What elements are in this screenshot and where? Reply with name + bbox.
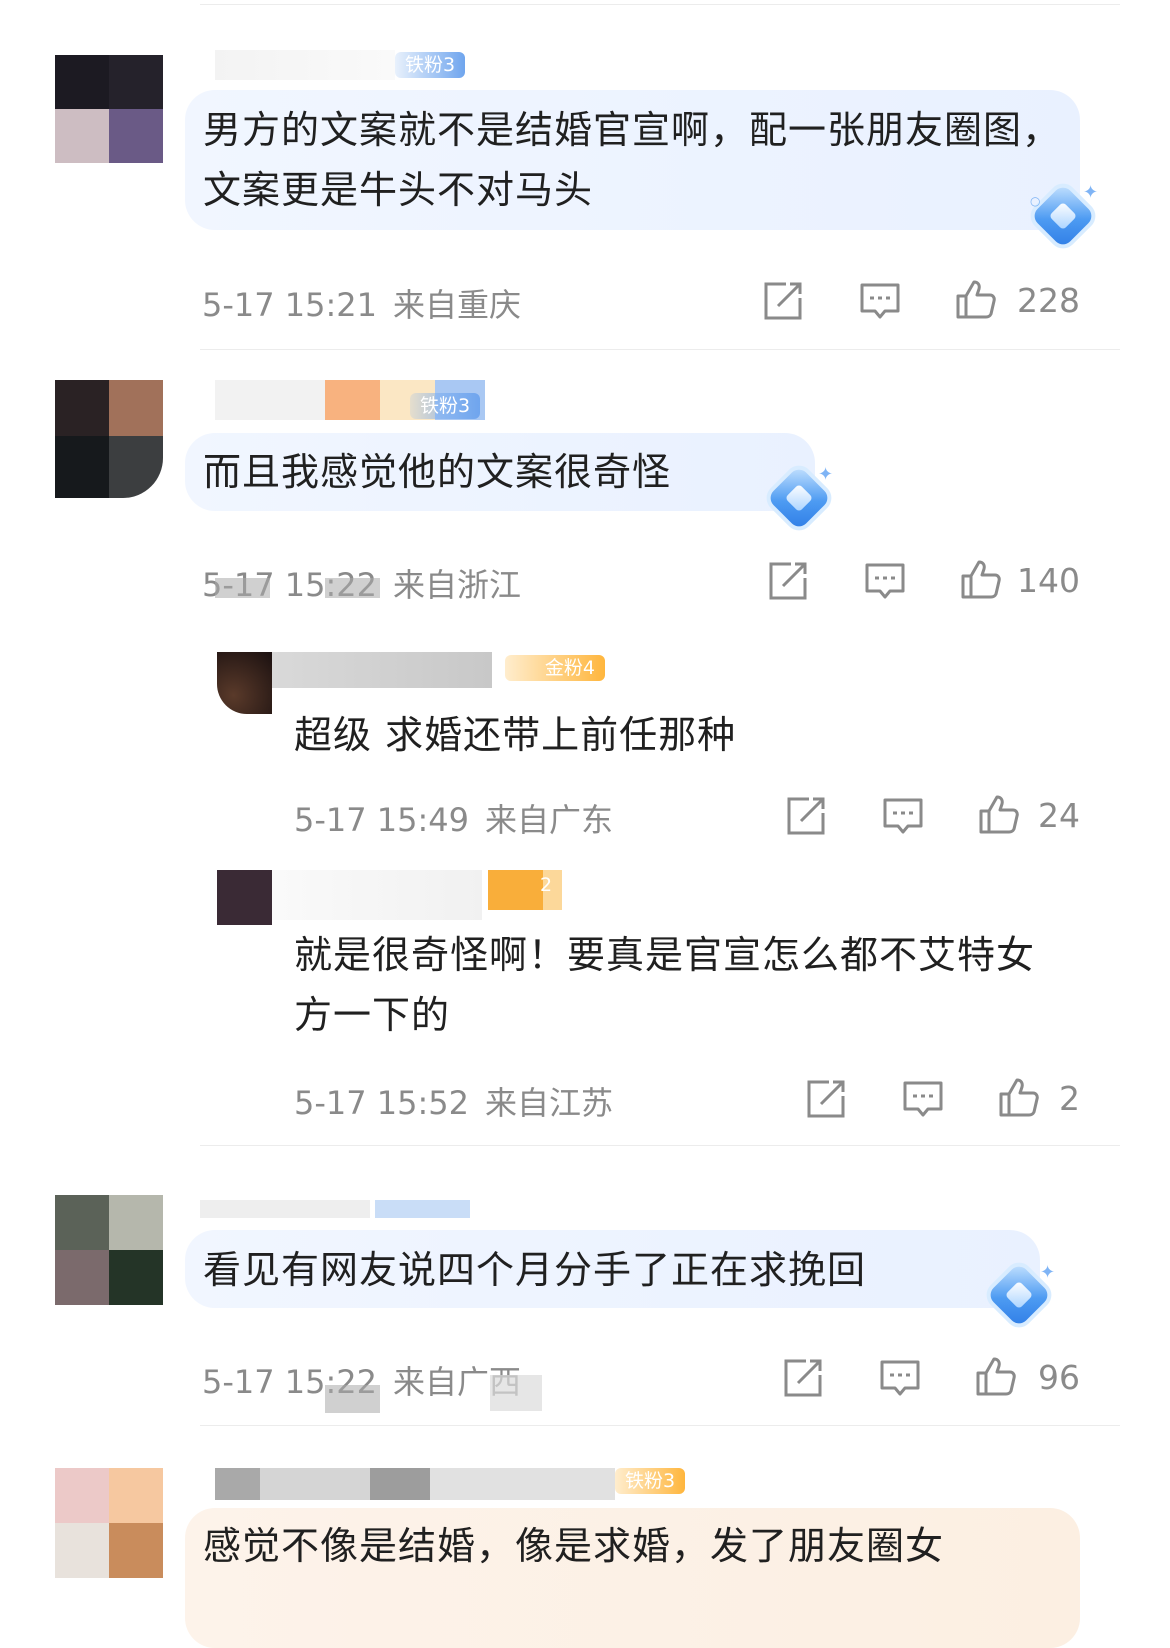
share-icon[interactable] — [762, 280, 804, 322]
share-icon[interactable] — [782, 1357, 824, 1399]
redaction-block — [325, 578, 380, 598]
sparkle-icon: ○ — [1030, 194, 1041, 208]
redaction-block — [490, 1375, 542, 1411]
like-count: 2 — [1059, 1079, 1080, 1118]
comment-divider — [200, 1145, 1120, 1146]
comment-text: 看见有网友说四个月分手了正在求挽回 — [203, 1248, 867, 1292]
fan-badge: 铁粉3 — [395, 52, 466, 78]
like-count: 228 — [1017, 281, 1080, 320]
comment-divider — [200, 1425, 1120, 1426]
comment-text: 感觉不像是结婚，像是求婚，发了朋友圈女 — [203, 1524, 945, 1568]
fan-badge: 2 — [540, 874, 553, 896]
comment-meta: 5-17 15:21 来自重庆 — [202, 280, 521, 326]
redaction-block — [325, 1385, 380, 1413]
sparkle-icon: ✦ — [1083, 182, 1099, 203]
avatar[interactable] — [217, 652, 272, 714]
fan-badge: 铁粉3 — [410, 393, 481, 419]
comment-icon[interactable] — [879, 1357, 921, 1399]
comment-location: 来自重庆 — [393, 286, 522, 324]
comment-icon[interactable] — [864, 560, 906, 602]
reply-location: 来自广东 — [485, 801, 614, 839]
comment-location: 来自浙江 — [393, 566, 522, 604]
username-blurred[interactable] — [272, 652, 512, 688]
avatar[interactable] — [55, 1195, 163, 1305]
comment-icon[interactable] — [902, 1078, 944, 1120]
reply-meta: 5-17 15:52 来自江苏 — [294, 1078, 613, 1124]
username-blurred[interactable] — [200, 1200, 470, 1218]
comment-text: 男方的文案就不是结婚官宣啊，配一张朋友圈图，文案更是牛头不对马头 — [203, 108, 1062, 212]
share-icon[interactable] — [767, 560, 809, 602]
avatar[interactable] — [55, 55, 163, 163]
comment-text: 而且我感觉他的文案很奇怪 — [203, 450, 672, 494]
top-divider — [200, 4, 1120, 5]
avatar[interactable] — [217, 870, 272, 925]
reply-text: 就是很奇怪啊！要真是官宣怎么都不艾特女方一下的 — [294, 933, 1036, 1037]
reply-time: 5-17 15:49 — [294, 801, 470, 839]
share-icon[interactable] — [785, 795, 827, 837]
sparkle-icon: ✦ — [818, 464, 834, 485]
username-blurred[interactable] — [272, 870, 562, 920]
like-count: 24 — [1038, 796, 1080, 835]
reply-meta: 5-17 15:49 来自广东 — [294, 795, 613, 841]
username-blurred[interactable] — [215, 50, 395, 80]
comment-icon[interactable] — [859, 280, 901, 322]
username-blurred[interactable] — [215, 1468, 615, 1500]
reply-text: 超级 求婚还带上前任那种 — [294, 713, 737, 757]
reply-time: 5-17 15:52 — [294, 1084, 470, 1122]
like-count: 96 — [1038, 1358, 1080, 1397]
like-count: 140 — [1017, 561, 1080, 600]
comment-icon[interactable] — [882, 795, 924, 837]
redaction-block — [215, 578, 270, 598]
avatar[interactable] — [55, 1468, 163, 1578]
comment-time: 5-17 15:21 — [202, 286, 378, 324]
fan-badge: 铁粉3 — [615, 1468, 686, 1494]
comment-divider — [200, 349, 1120, 350]
avatar[interactable] — [55, 380, 163, 498]
share-icon[interactable] — [805, 1078, 847, 1120]
fan-badge: 金粉4 — [505, 655, 605, 681]
reply-location: 来自江苏 — [485, 1084, 614, 1122]
sparkle-icon: ✦ — [1040, 1262, 1056, 1283]
